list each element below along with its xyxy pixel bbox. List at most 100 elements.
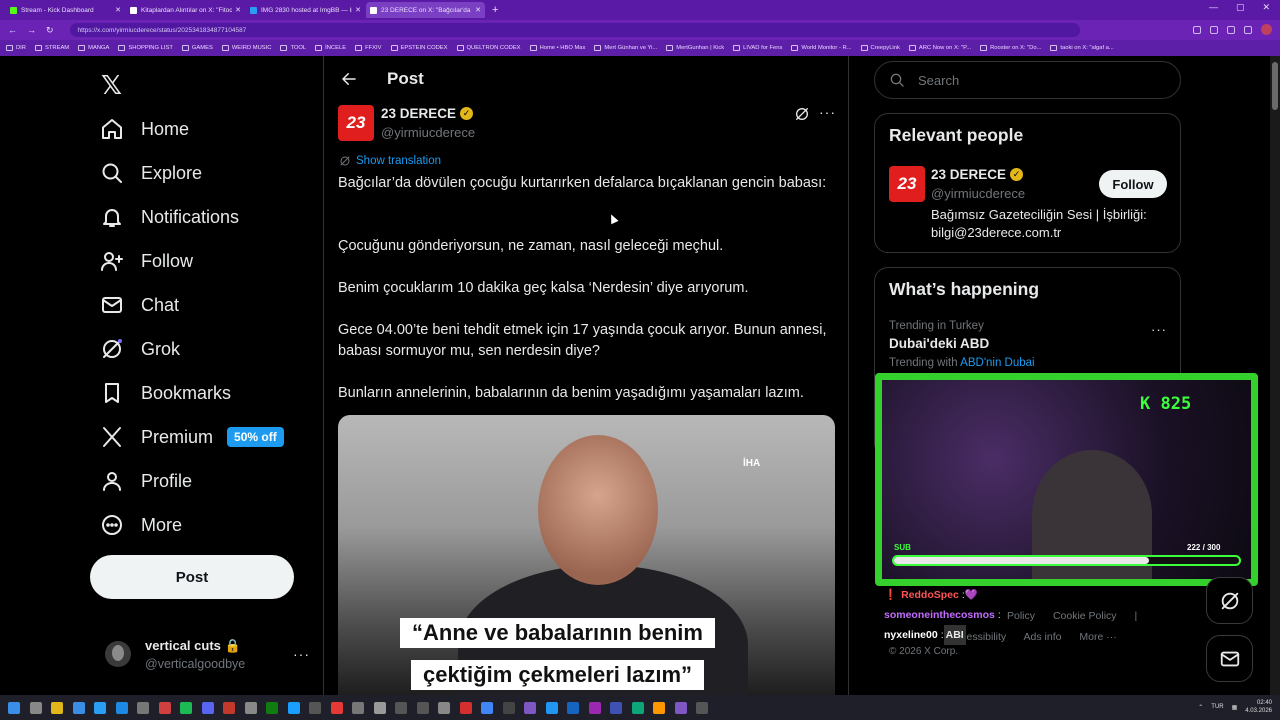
trend-name[interactable]: Dubai'deki ABD xyxy=(889,336,989,351)
bookmark-item[interactable]: LIVAD for Fens xyxy=(733,45,782,51)
author-handle[interactable]: @yirmiucderece xyxy=(381,125,475,140)
close-window-button[interactable]: ✕ xyxy=(1262,2,1270,13)
taskbar-app-icon[interactable] xyxy=(137,701,149,714)
nav-follow[interactable]: Follow xyxy=(100,246,193,276)
author-avatar[interactable]: 23 xyxy=(338,105,374,141)
taskbar-app-icon[interactable] xyxy=(610,701,622,714)
bookmark-item[interactable]: Home • HBO Max xyxy=(529,45,585,51)
taskbar-app-icon[interactable] xyxy=(29,701,42,714)
browser-tab[interactable]: 23 DERECE on X: "Bağcılar'da döv...✕ xyxy=(366,2,485,18)
bookmark-item[interactable]: CreepyLink xyxy=(860,45,900,51)
footer-link[interactable]: Policy xyxy=(1007,610,1035,622)
taskbar-app-icon[interactable] xyxy=(459,701,472,714)
taskbar-app-icon[interactable] xyxy=(395,701,407,714)
nav-explore[interactable]: Explore xyxy=(100,158,202,188)
bookmark-item[interactable]: QUELTRON CODEX xyxy=(456,45,521,51)
grok-floating-button[interactable] xyxy=(1206,577,1253,624)
nav-bookmarks[interactable]: Bookmarks xyxy=(100,378,231,408)
trend-with-link[interactable]: ABD'nin Dubai xyxy=(960,357,1034,369)
trend-more-icon[interactable]: ··· xyxy=(1151,322,1167,337)
taskbar-app-icon[interactable] xyxy=(416,701,429,714)
taskbar-app-icon[interactable] xyxy=(352,701,364,714)
taskbar-app-icon[interactable] xyxy=(502,701,515,714)
taskbar-app-icon[interactable] xyxy=(94,701,106,714)
taskbar-app-icon[interactable] xyxy=(266,701,278,714)
taskbar-app-icon[interactable] xyxy=(244,701,257,714)
taskbar-app-icon[interactable] xyxy=(588,701,601,714)
tab-close-icon[interactable]: ✕ xyxy=(115,6,121,14)
language-indicator[interactable]: TUR xyxy=(1211,704,1223,710)
post-button[interactable]: Post xyxy=(90,555,294,599)
clock[interactable]: 02:40 4.03.2026 xyxy=(1245,699,1272,715)
profile-avatar[interactable] xyxy=(1261,24,1272,35)
bookmark-star-icon[interactable] xyxy=(1244,25,1252,34)
taskbar-app-icon[interactable] xyxy=(631,701,644,714)
relevant-name-row[interactable]: 23 DERECE ✓ xyxy=(931,167,1024,182)
taskbar-app-icon[interactable] xyxy=(223,701,235,714)
taskbar-app-icon[interactable] xyxy=(330,701,343,714)
browser-tab[interactable]: Stream - Kick Dashboard ✕ xyxy=(6,2,125,18)
footer-link[interactable]: Ads info xyxy=(1024,631,1062,643)
forward-nav-icon[interactable]: → xyxy=(27,25,36,35)
bookmark-item[interactable]: taoki on X: "algaf a... xyxy=(1050,45,1114,51)
account-switcher[interactable]: vertical cuts 🔒 @verticalgoodbye ··· xyxy=(105,634,310,674)
url-field[interactable]: https://x.com/yirmiucderece/status/20253… xyxy=(69,23,1080,37)
new-tab-button[interactable]: + xyxy=(492,4,498,16)
grok-icon[interactable] xyxy=(794,106,810,122)
taskbar-app-icon[interactable] xyxy=(674,701,687,714)
footer-link[interactable]: More ··· xyxy=(1079,631,1116,643)
follow-button[interactable]: Follow xyxy=(1099,170,1167,198)
messages-floating-button[interactable] xyxy=(1206,635,1253,682)
show-translation-link[interactable]: Show translation xyxy=(339,155,441,167)
bookmark-item[interactable]: DIR xyxy=(6,45,26,51)
taskbar-app-icon[interactable] xyxy=(115,701,128,714)
page-scrollbar[interactable] xyxy=(1270,56,1280,695)
search-input[interactable]: Search xyxy=(874,61,1181,99)
account-more-icon[interactable]: ··· xyxy=(293,646,310,662)
taskbar-app-icon[interactable] xyxy=(51,701,63,714)
bookmark-item[interactable]: TOOL xyxy=(280,45,306,51)
taskbar-app-icon[interactable] xyxy=(201,701,214,714)
back-nav-icon[interactable]: ← xyxy=(8,25,17,35)
nav-chat[interactable]: Chat xyxy=(100,290,179,320)
taskbar-app-icon[interactable] xyxy=(72,701,85,714)
extension-icon[interactable] xyxy=(1210,25,1218,34)
bookmark-item[interactable]: EPSTEIN CODEX xyxy=(390,45,448,51)
relevant-avatar[interactable]: 23 xyxy=(889,166,925,202)
bookmark-item[interactable]: MertGunhan | Kick xyxy=(666,45,724,51)
x-logo-icon[interactable]: 𝕏 xyxy=(101,70,122,101)
minimize-button[interactable]: — xyxy=(1209,2,1218,13)
bookmark-item[interactable]: İNCELE xyxy=(315,45,346,51)
taskbar-app-icon[interactable] xyxy=(373,701,386,714)
taskbar-app-icon[interactable] xyxy=(438,701,450,714)
nav-premium[interactable]: Premium 50% off xyxy=(100,422,284,452)
footer-link[interactable]: Cookie Policy xyxy=(1053,610,1117,622)
tab-close-icon[interactable]: ✕ xyxy=(235,6,241,14)
bookmark-item[interactable]: Rooster on X: "Do... xyxy=(980,45,1041,51)
taskbar-app-icon[interactable] xyxy=(309,701,321,714)
browser-tab[interactable]: Kitaplardan Alıntılar on X: "Fitoco... ✕ xyxy=(126,2,245,18)
taskbar-app-icon[interactable] xyxy=(481,701,493,714)
extension-icon[interactable] xyxy=(1193,25,1201,34)
taskbar-app-icon[interactable] xyxy=(8,701,20,714)
bookmark-item[interactable]: ARC Now on X: "P... xyxy=(908,45,971,51)
maximize-button[interactable]: ▢ xyxy=(1236,2,1245,13)
tab-close-icon[interactable]: ✕ xyxy=(475,6,481,14)
nav-home[interactable]: Home xyxy=(100,114,189,144)
nav-more[interactable]: More xyxy=(100,510,182,540)
nav-notifications[interactable]: Notifications xyxy=(100,202,239,232)
tab-close-icon[interactable]: ✕ xyxy=(355,6,361,14)
bookmark-item[interactable]: World Monitor - R... xyxy=(791,45,852,51)
scrollbar-thumb[interactable] xyxy=(1272,62,1278,110)
taskbar-app-icon[interactable] xyxy=(287,701,300,714)
bookmark-item[interactable]: SHOPPING LIST xyxy=(118,45,173,51)
taskbar-app-icon[interactable] xyxy=(545,701,558,714)
taskbar-app-icon[interactable] xyxy=(180,701,192,714)
bookmark-item[interactable]: Mert Günhan ve Yi... xyxy=(594,45,657,51)
post-more-icon[interactable]: ··· xyxy=(819,104,836,120)
back-arrow-icon[interactable] xyxy=(340,70,358,88)
post-video[interactable]: İHA “Anne ve babalarının benim çektiğim … xyxy=(338,415,835,695)
nav-grok[interactable]: Grok xyxy=(100,334,180,364)
tray-chevron-icon[interactable]: ⌃ xyxy=(1198,704,1203,711)
taskbar-app-icon[interactable] xyxy=(696,701,708,714)
